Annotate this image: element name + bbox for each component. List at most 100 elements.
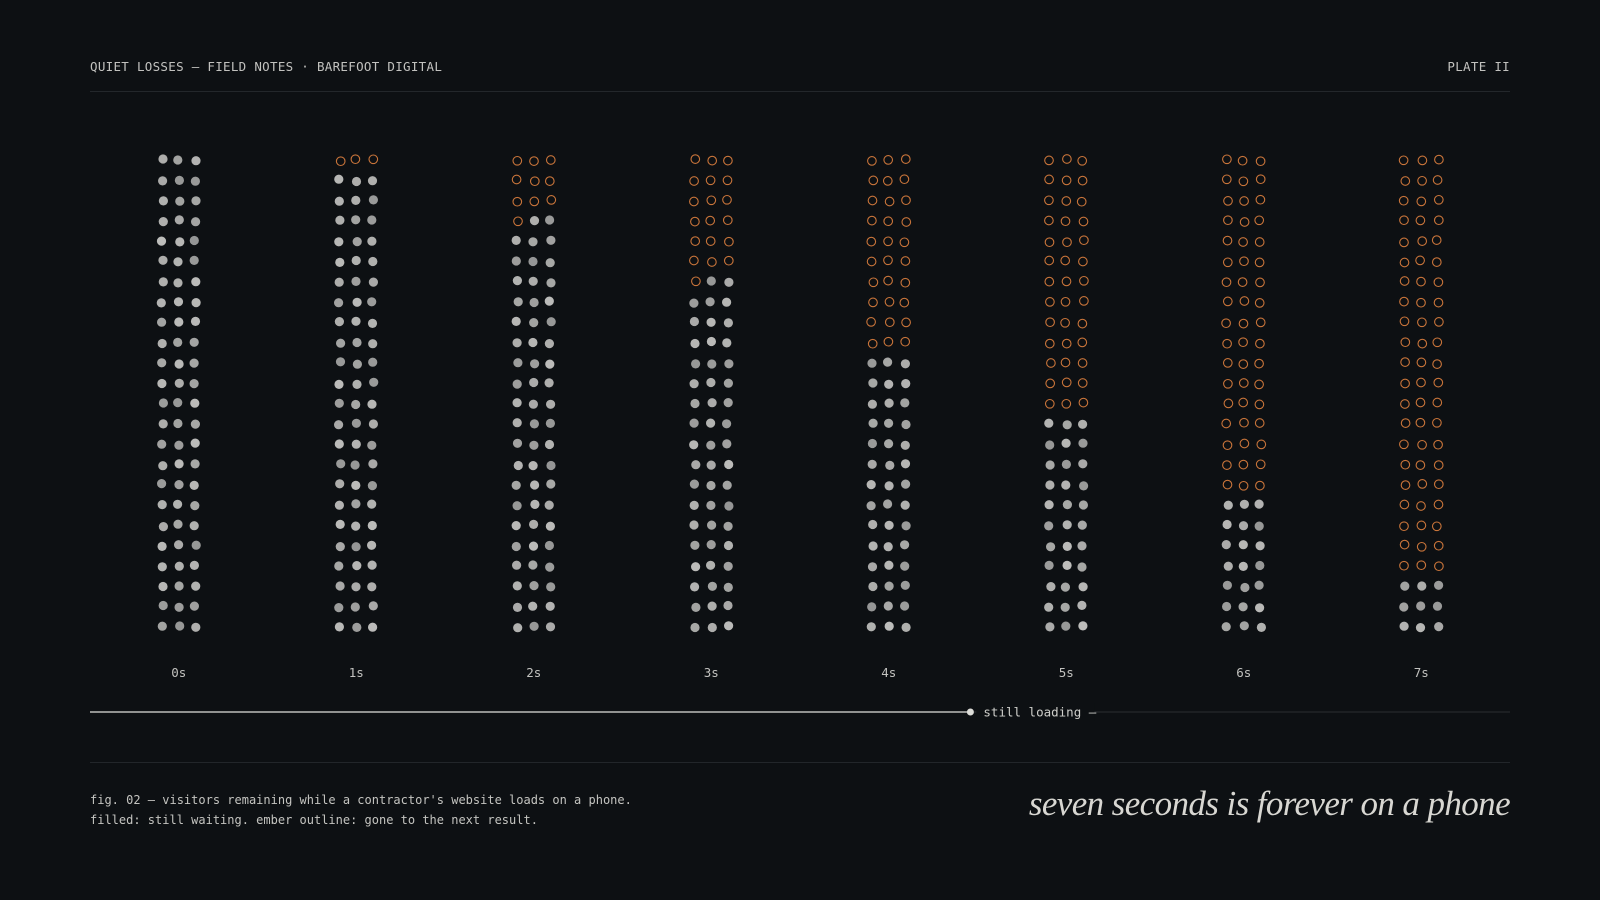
waiting-dot: [368, 357, 378, 367]
waiting-dot: [190, 316, 201, 326]
gone-dot: [1399, 521, 1409, 532]
waiting-dot: [352, 297, 362, 307]
gone-dot: [900, 256, 911, 266]
gone-dot: [1399, 499, 1410, 510]
gone-dot: [1077, 155, 1088, 166]
waiting-dot: [158, 176, 168, 186]
waiting-dot: [334, 196, 344, 206]
waiting-dot: [173, 155, 183, 165]
waiting-dot: [513, 623, 523, 633]
gone-dot: [1222, 154, 1232, 165]
waiting-dot: [884, 398, 894, 408]
gone-dot: [1431, 235, 1442, 245]
time-label-7s: 7s: [1414, 665, 1429, 680]
waiting-dot: [1399, 602, 1409, 612]
waiting-dot: [690, 398, 700, 409]
waiting-dot: [352, 379, 362, 389]
waiting-dot: [867, 562, 878, 572]
gone-dot: [1044, 174, 1054, 185]
gone-dot: [1223, 215, 1233, 226]
waiting-dot: [884, 439, 894, 449]
gone-dot: [691, 276, 701, 287]
waiting-dot: [1434, 622, 1444, 632]
waiting-dot: [722, 297, 732, 307]
waiting-dot: [723, 600, 733, 611]
waiting-dot: [368, 622, 378, 632]
waiting-dot: [724, 459, 734, 470]
gone-dot: [1222, 257, 1233, 268]
gone-dot: [1222, 338, 1232, 349]
waiting-dot: [529, 621, 539, 631]
gone-dot: [1061, 338, 1072, 349]
waiting-dot: [351, 176, 362, 187]
gone-dot: [368, 154, 379, 165]
gone-dot: [722, 194, 732, 205]
waiting-dot: [352, 561, 362, 571]
waiting-dot: [190, 459, 200, 469]
gone-dot: [882, 176, 893, 186]
gone-dot: [1044, 237, 1055, 248]
waiting-dot: [900, 561, 910, 571]
waiting-dot: [191, 277, 201, 287]
gone-dot: [1255, 277, 1265, 288]
waiting-dot: [334, 603, 344, 613]
gone-dot: [1079, 235, 1089, 246]
gone-dot: [867, 195, 878, 206]
waiting-dot: [334, 298, 344, 308]
waiting-dot: [1239, 499, 1249, 509]
waiting-dot: [689, 500, 699, 510]
waiting-dot: [368, 256, 378, 267]
gone-dot: [1255, 480, 1265, 491]
gone-dot: [1061, 398, 1072, 409]
waiting-dot: [724, 621, 734, 631]
waiting-dot: [174, 602, 184, 612]
gone-dot: [1237, 155, 1248, 166]
waiting-dot: [1045, 440, 1055, 450]
waiting-dot: [1221, 622, 1231, 632]
waiting-dot: [1415, 623, 1426, 633]
waiting-dot: [546, 582, 556, 592]
waiting-dot: [707, 622, 717, 633]
waiting-dot: [368, 339, 378, 349]
waiting-dot: [1062, 541, 1072, 552]
caption-line-1: fig. 02 — visitors remaining while a con…: [90, 793, 632, 807]
waiting-dot: [174, 175, 184, 185]
gone-dot: [1254, 215, 1265, 226]
waiting-dot: [351, 582, 361, 592]
gone-dot: [866, 256, 877, 267]
waiting-dot: [512, 438, 523, 448]
dot-column-2s: [511, 155, 557, 633]
waiting-dot: [368, 459, 378, 469]
caption-line-2: filled: still waiting. ember outline: go…: [90, 813, 538, 827]
waiting-dot: [158, 419, 168, 429]
waiting-dot: [157, 562, 167, 572]
gone-dot: [1416, 501, 1426, 511]
waiting-dot: [723, 561, 733, 571]
waiting-dot: [866, 501, 876, 511]
waiting-dot: [723, 521, 733, 531]
gone-dot: [1433, 215, 1444, 226]
waiting-dot: [723, 582, 733, 593]
gone-dot: [883, 255, 893, 266]
waiting-dot: [884, 379, 894, 389]
dot-column-0s: [156, 154, 201, 632]
waiting-dot: [545, 418, 556, 428]
dot-column-3s: [689, 154, 734, 633]
waiting-dot: [174, 540, 184, 550]
gone-dot: [529, 176, 540, 187]
waiting-dot: [528, 399, 539, 409]
waiting-dot: [529, 318, 539, 328]
gone-dot: [866, 317, 876, 327]
gone-dot: [899, 237, 910, 248]
waiting-dot: [367, 582, 377, 592]
waiting-dot: [191, 581, 201, 591]
waiting-dot: [173, 337, 183, 347]
waiting-dot: [191, 156, 201, 166]
gone-dot: [1060, 317, 1070, 328]
waiting-dot: [512, 379, 522, 389]
waiting-dot: [1254, 521, 1264, 531]
waiting-dot: [173, 297, 184, 307]
waiting-dot: [191, 540, 201, 550]
waiting-dot: [868, 519, 878, 530]
gone-dot: [1433, 377, 1444, 388]
